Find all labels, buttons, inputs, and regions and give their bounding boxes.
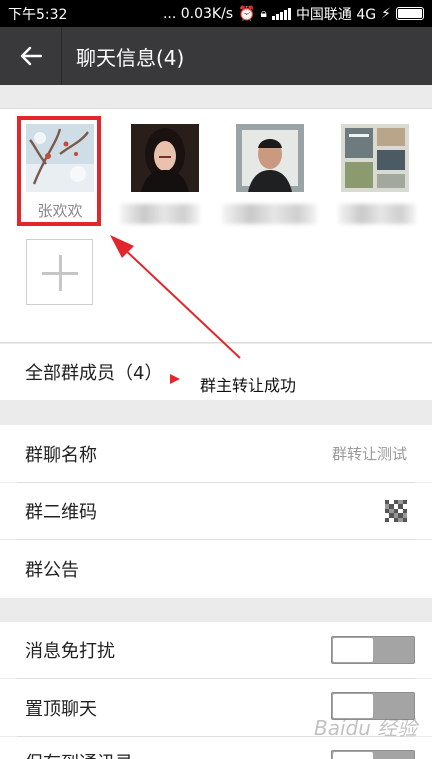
group-name-label: 群聊名称 [25,444,97,466]
back-button[interactable] [0,27,62,85]
lock-icon: 🔒︎ [260,6,267,20]
member-name-3-blurred [222,204,317,224]
mute-label: 消息免打扰 [25,641,115,662]
title-bar: 聊天信息(4) [0,27,432,85]
qr-code-row[interactable]: 群二维码 [0,483,432,539]
pin-label: 置顶聊天 [25,698,97,720]
member-name-4-blurred [338,204,416,224]
toggle-knob [333,752,373,759]
charging-icon: ⚡ [381,5,391,22]
qr-code-icon [385,500,407,522]
announcement-label: 群公告 [25,560,79,581]
battery-icon [396,7,424,20]
carrier-label: 中国联通 4G [295,6,377,23]
page-title: 聊天信息(4) [76,45,185,70]
member-avatar-4[interactable] [341,124,409,192]
status-bar: 下午5:32 ... 0.03K/s ⏰ 🔒︎ 中国联通 4G ⚡ [0,0,432,27]
save-contacts-label: 保存到通讯录 [25,749,133,759]
member-name-2-blurred [120,204,200,224]
alarm-icon: ⏰ [238,5,256,22]
group-name-value: 群转让测试 [331,445,407,463]
add-member-button[interactable] [26,239,93,305]
group-name-row[interactable]: 群聊名称 群转让测试 [0,425,432,482]
save-contacts-toggle[interactable] [331,750,415,759]
member-avatar-3[interactable] [236,124,304,192]
arrow-left-icon [20,46,42,66]
toggle-knob [333,638,373,662]
mute-toggle[interactable] [331,636,415,664]
qr-code-label: 群二维码 [25,502,97,523]
signal-icon [271,7,291,20]
member-avatar-2[interactable] [131,124,199,192]
all-members-label: 全部群成员（4） [25,363,163,384]
announcement-row[interactable]: 群公告 [0,540,432,598]
status-time: 下午5:32 [8,6,68,23]
highlight-box [17,116,101,226]
watermark-logo: Baidu 经验 [314,716,418,740]
annotation-text: 群主转让成功 [200,376,297,395]
network-speed: ... 0.03K/s [162,5,234,22]
